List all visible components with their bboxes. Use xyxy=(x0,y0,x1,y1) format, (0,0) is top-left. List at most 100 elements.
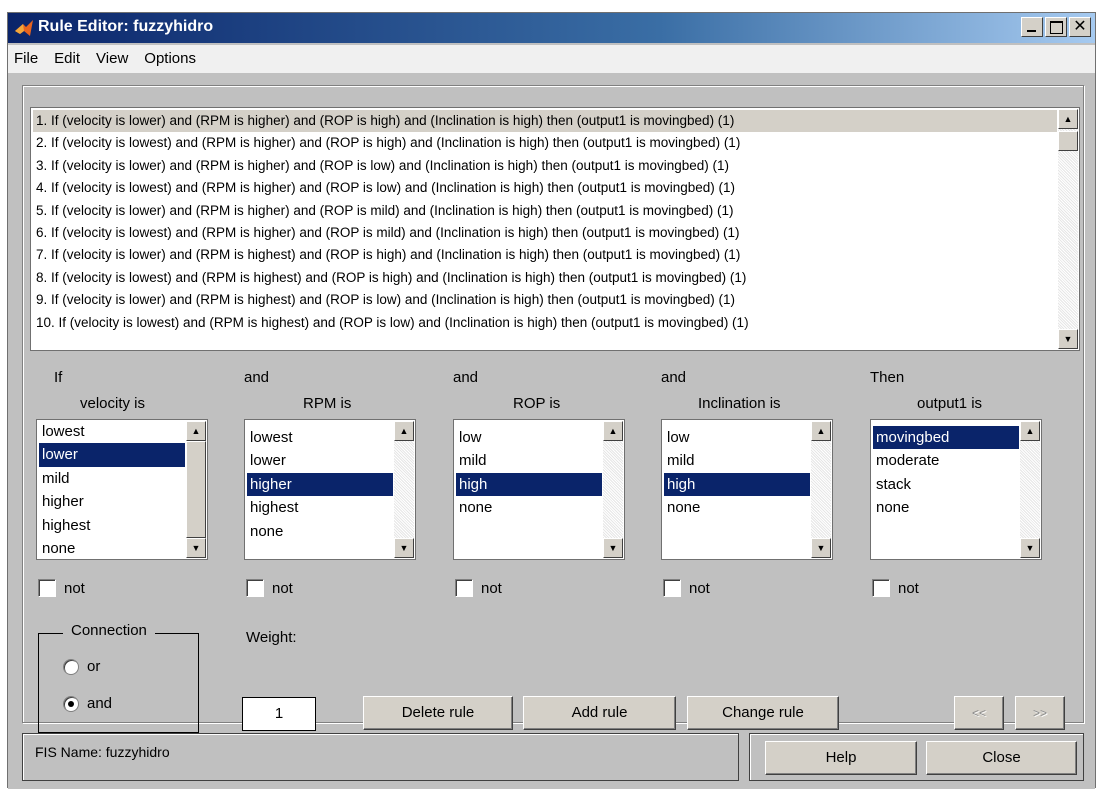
list-option[interactable]: lowest xyxy=(39,420,185,443)
and-connector-2: and xyxy=(453,369,479,386)
checkbox-icon[interactable] xyxy=(663,579,681,597)
scroll-thumb[interactable] xyxy=(1058,131,1078,151)
minimize-button[interactable] xyxy=(1021,17,1043,37)
menu-options[interactable]: Options xyxy=(138,45,206,73)
rule-list[interactable]: 1. If (velocity is lower) and (RPM is hi… xyxy=(30,107,1080,351)
menu-edit[interactable]: Edit xyxy=(48,45,90,73)
add-rule-button[interactable]: Add rule xyxy=(523,696,676,730)
velocity-listbox[interactable]: lowest lower mild higher highest none ▲ ▼ xyxy=(36,419,208,560)
checkbox-icon[interactable] xyxy=(38,579,56,597)
scroll-down-icon[interactable]: ▼ xyxy=(1020,538,1040,558)
maximize-button[interactable] xyxy=(1045,17,1067,37)
connection-and-radio[interactable]: and xyxy=(63,695,112,712)
inclination-scrollbar[interactable]: ▲ ▼ xyxy=(811,421,831,558)
not-label: not xyxy=(898,579,919,597)
checkbox-icon[interactable] xyxy=(872,579,890,597)
delete-rule-button[interactable]: Delete rule xyxy=(363,696,513,730)
scroll-down-icon[interactable]: ▼ xyxy=(1058,329,1078,349)
rule-row[interactable]: 9. If (velocity is lower) and (RPM is hi… xyxy=(33,289,1057,311)
rule-row[interactable]: 7. If (velocity is lower) and (RPM is hi… xyxy=(33,244,1057,266)
close-button[interactable]: Close xyxy=(926,741,1077,775)
rop-listbox[interactable]: low mild high none ▲ ▼ xyxy=(453,419,625,560)
rule-row[interactable]: 6. If (velocity is lowest) and (RPM is h… xyxy=(33,222,1057,244)
rule-row[interactable]: 5. If (velocity is lower) and (RPM is hi… xyxy=(33,200,1057,222)
rule-row[interactable]: 10. If (velocity is lowest) and (RPM is … xyxy=(33,312,1057,334)
list-option[interactable]: higher xyxy=(247,472,393,497)
rpm-not-checkbox[interactable]: not xyxy=(246,579,293,597)
rule-list-scrollbar[interactable]: ▲ ▼ xyxy=(1058,109,1078,349)
weight-input[interactable]: 1 xyxy=(242,697,316,731)
scroll-down-icon[interactable]: ▼ xyxy=(603,538,623,558)
not-label: not xyxy=(689,579,710,597)
checkbox-icon[interactable] xyxy=(246,579,264,597)
connection-or-radio[interactable]: or xyxy=(63,658,100,675)
list-option[interactable]: lower xyxy=(39,443,185,467)
scroll-down-icon[interactable]: ▼ xyxy=(186,538,206,558)
if-connector: If xyxy=(54,369,63,386)
scroll-up-icon[interactable]: ▲ xyxy=(811,421,831,441)
scroll-up-icon[interactable]: ▲ xyxy=(1058,109,1078,129)
change-rule-button[interactable]: Change rule xyxy=(687,696,839,730)
list-option[interactable]: none xyxy=(873,496,1019,519)
list-option[interactable]: high xyxy=(456,472,602,497)
velocity-label: velocity is xyxy=(80,395,146,412)
output1-not-checkbox[interactable]: not xyxy=(872,579,919,597)
list-option[interactable]: moderate xyxy=(873,449,1019,472)
list-option[interactable]: lowest xyxy=(247,426,393,449)
rule-row[interactable]: 8. If (velocity is lowest) and (RPM is h… xyxy=(33,267,1057,289)
rop-not-checkbox[interactable]: not xyxy=(455,579,502,597)
scroll-down-icon[interactable]: ▼ xyxy=(394,538,414,558)
rop-label: ROP is xyxy=(513,395,561,412)
menu-view[interactable]: View xyxy=(90,45,138,73)
rule-row[interactable]: 3. If (velocity is lower) and (RPM is hi… xyxy=(33,155,1057,177)
rule-row[interactable]: 1. If (velocity is lower) and (RPM is hi… xyxy=(33,110,1057,133)
not-label: not xyxy=(272,579,293,597)
title-bar[interactable]: Rule Editor: fuzzyhidro ✕ xyxy=(8,13,1095,43)
scroll-up-icon[interactable]: ▲ xyxy=(1020,421,1040,441)
inclination-not-checkbox[interactable]: not xyxy=(663,579,710,597)
list-option[interactable]: low xyxy=(456,426,602,449)
list-option[interactable]: none xyxy=(664,496,810,519)
not-label: not xyxy=(64,579,85,597)
rpm-scrollbar[interactable]: ▲ ▼ xyxy=(394,421,414,558)
rpm-listbox[interactable]: lowest lower higher highest none ▲ ▼ xyxy=(244,419,416,560)
velocity-not-checkbox[interactable]: not xyxy=(38,579,85,597)
output1-scrollbar[interactable]: ▲ ▼ xyxy=(1020,421,1040,558)
scroll-thumb[interactable] xyxy=(186,441,206,538)
inclination-listbox[interactable]: low mild high none ▲ ▼ xyxy=(661,419,833,560)
list-option[interactable]: higher xyxy=(39,490,185,513)
radio-icon[interactable] xyxy=(63,658,79,675)
list-option[interactable]: none xyxy=(456,496,602,519)
prev-rule-button[interactable]: << xyxy=(954,696,1004,730)
menu-file[interactable]: File xyxy=(8,45,48,73)
help-button[interactable]: Help xyxy=(765,741,917,775)
weight-label: Weight: xyxy=(246,629,297,646)
list-option[interactable]: lower xyxy=(247,449,393,472)
scroll-up-icon[interactable]: ▲ xyxy=(394,421,414,441)
rule-row[interactable]: 4. If (velocity is lowest) and (RPM is h… xyxy=(33,177,1057,199)
editor-body: 1. If (velocity is lower) and (RPM is hi… xyxy=(8,73,1095,789)
next-rule-button[interactable]: >> xyxy=(1015,696,1065,730)
list-option[interactable]: none xyxy=(39,537,185,557)
radio-selected-icon[interactable] xyxy=(63,695,79,712)
list-option[interactable]: mild xyxy=(664,449,810,472)
rule-row[interactable]: 2. If (velocity is lowest) and (RPM is h… xyxy=(33,132,1057,154)
list-option[interactable]: highest xyxy=(39,514,185,537)
list-option[interactable]: stack xyxy=(873,473,1019,496)
close-window-button[interactable]: ✕ xyxy=(1069,17,1091,37)
scroll-up-icon[interactable]: ▲ xyxy=(186,421,206,441)
output1-listbox[interactable]: movingbed moderate stack none ▲ ▼ xyxy=(870,419,1042,560)
list-option[interactable]: mild xyxy=(39,467,185,490)
scroll-down-icon[interactable]: ▼ xyxy=(811,538,831,558)
list-option[interactable]: low xyxy=(664,426,810,449)
rop-scrollbar[interactable]: ▲ ▼ xyxy=(603,421,623,558)
list-option[interactable]: movingbed xyxy=(873,426,1019,450)
list-option[interactable]: mild xyxy=(456,449,602,472)
list-option[interactable]: high xyxy=(664,472,810,497)
matlab-logo-icon xyxy=(15,20,33,36)
list-option[interactable]: highest xyxy=(247,496,393,519)
checkbox-icon[interactable] xyxy=(455,579,473,597)
velocity-scrollbar[interactable]: ▲ ▼ xyxy=(186,421,206,558)
list-option[interactable]: none xyxy=(247,520,393,543)
scroll-up-icon[interactable]: ▲ xyxy=(603,421,623,441)
